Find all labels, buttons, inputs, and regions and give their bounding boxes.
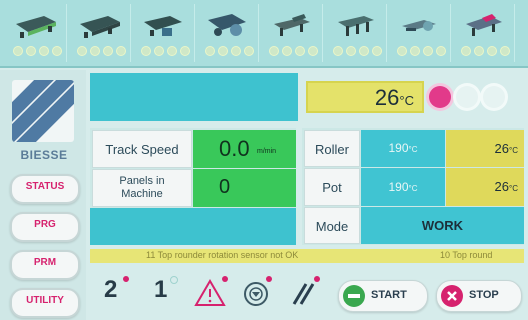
panels-in-machine-value: 0	[219, 176, 231, 198]
machine-station-8[interactable]	[454, 4, 515, 62]
status-leds	[10, 46, 64, 58]
pot-setpoint-value: 190	[388, 180, 409, 194]
prg-button[interactable]: PRG	[10, 212, 80, 242]
alarm-message-2: 10 Top round	[440, 250, 493, 260]
start-button[interactable]: START	[338, 280, 428, 312]
counter-1-dot-icon	[170, 276, 178, 284]
temperature-display: 26°C	[306, 81, 424, 113]
machine-station-2[interactable]	[70, 4, 131, 62]
roller-label: Roller	[304, 130, 360, 167]
track-speed-unit: m/min	[257, 148, 277, 155]
panels-label-line-2: Machine	[121, 188, 163, 200]
status-leds	[394, 46, 448, 58]
utility-button[interactable]: UTILITY	[10, 288, 80, 318]
machine-strip	[0, 0, 528, 68]
machine-station-2-icon	[80, 16, 120, 38]
temperature-value: 26	[374, 85, 400, 110]
machine-station-7-icon	[402, 20, 436, 31]
panels-label-line-1: Panels in	[119, 175, 165, 187]
machine-station-5[interactable]	[262, 4, 323, 62]
emergency-stop-icon[interactable]	[242, 280, 270, 308]
alarm-ticker: 11 Top rounder rotation sensor not OK 10…	[90, 249, 524, 263]
mode-value[interactable]: WORK	[361, 207, 524, 244]
roller-setpoint-value: 190	[388, 141, 409, 155]
warning-dot-icon	[222, 276, 228, 282]
machine-station-8-icon	[466, 14, 502, 36]
roller-setpoint-unit: °C	[408, 145, 418, 154]
panels-in-machine-label: Panels in Machine	[92, 169, 192, 207]
warning-icon[interactable]	[194, 278, 226, 308]
status-leds	[266, 46, 320, 58]
machine-station-6-icon	[338, 16, 374, 36]
panels-in-machine-cell: 0	[193, 169, 296, 207]
machine-station-7[interactable]	[390, 4, 451, 62]
prm-button[interactable]: PRM	[10, 250, 80, 280]
stop-label: STOP	[469, 289, 499, 301]
biesse-logo-icon	[12, 80, 74, 142]
status-button[interactable]: STATUS	[10, 174, 80, 204]
machine-station-6[interactable]	[326, 4, 387, 62]
start-icon	[343, 285, 365, 307]
counter-1[interactable]: 1	[154, 276, 167, 304]
roller-actual-unit: °C	[509, 146, 518, 155]
roller-setpoint[interactable]: 190°C	[361, 130, 445, 167]
pot-actual-value: 26	[494, 179, 510, 194]
pot-actual-unit: °C	[509, 184, 518, 193]
status-leds	[74, 46, 128, 58]
machine-station-1[interactable]	[6, 4, 67, 62]
emergency-dot-icon	[266, 276, 272, 282]
machine-station-1-icon	[16, 16, 56, 38]
machine-station-4[interactable]	[198, 4, 259, 62]
status-indicator-off	[483, 86, 505, 108]
status-indicator-magenta	[429, 86, 451, 108]
status-leds	[202, 46, 256, 58]
pot-actual: 26°C	[446, 168, 524, 206]
roller-actual: 26°C	[446, 130, 524, 167]
track-speed-value: 0.0	[219, 136, 250, 161]
edge-tool-icon[interactable]	[288, 280, 318, 308]
edge-tool-dot-icon	[314, 276, 320, 282]
temperature-unit: °C	[399, 93, 414, 108]
pot-label: Pot	[304, 168, 360, 206]
mode-label: Mode	[304, 207, 360, 244]
counter-2[interactable]: 2	[104, 276, 117, 304]
track-speed-cell: 0.0 m/min	[193, 130, 296, 168]
start-label: START	[371, 289, 407, 301]
pot-setpoint[interactable]: 190°C	[361, 168, 445, 206]
roller-actual-value: 26	[494, 141, 510, 156]
status-indicator-off	[456, 86, 478, 108]
status-leds	[458, 46, 512, 58]
machine-station-5-icon	[274, 14, 310, 36]
alarm-message-1: 11 Top rounder rotation sensor not OK	[146, 250, 299, 260]
message-panel	[90, 73, 298, 121]
brand-name: BIESSE	[20, 148, 68, 162]
machine-station-4-icon	[208, 14, 246, 36]
stop-icon	[441, 285, 463, 307]
track-speed-label: Track Speed	[92, 130, 192, 168]
machine-station-3-icon	[144, 16, 182, 36]
stop-button[interactable]: STOP	[436, 280, 522, 312]
pot-setpoint-unit: °C	[408, 184, 418, 193]
machine-station-3[interactable]	[134, 4, 195, 62]
track-bottom-panel	[90, 208, 296, 245]
status-leds	[138, 46, 192, 58]
status-leds	[330, 46, 384, 58]
counter-2-dot-icon	[123, 276, 129, 282]
